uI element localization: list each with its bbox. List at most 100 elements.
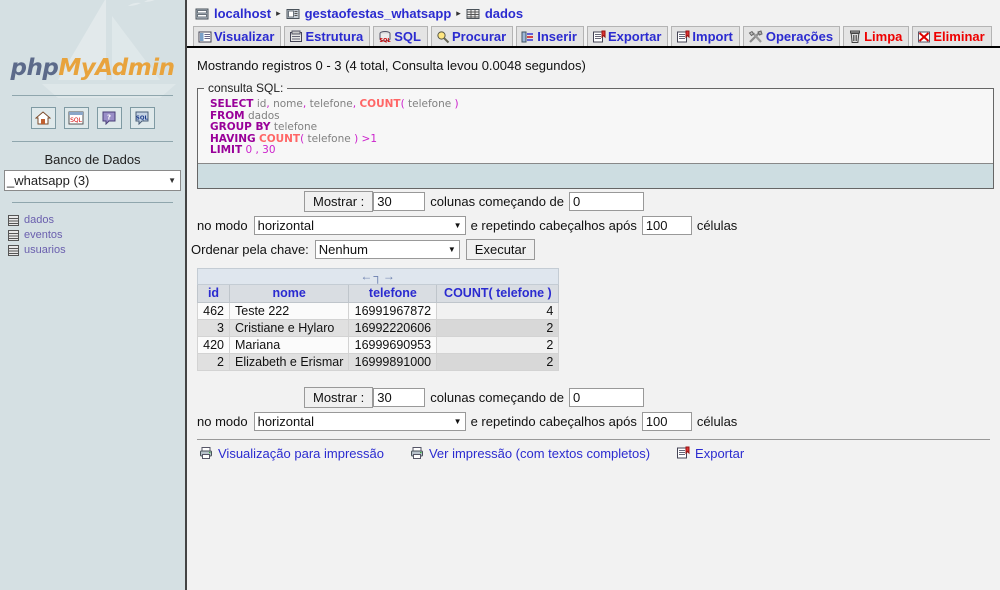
show-button-top[interactable]: Mostrar : — [304, 190, 374, 212]
mode-select-bottom[interactable]: horizontal ▼ — [253, 411, 466, 431]
breadcrumb-link-localhost[interactable]: localhost — [214, 6, 271, 21]
query-status-text: Mostrando registros 0 - 3 (4 total, Cons… — [197, 58, 586, 73]
table-row[interactable]: 462 Teste 222 16991967872 4 — [197, 301, 560, 320]
export-icon — [677, 446, 690, 459]
column-header-count[interactable]: COUNT( telefone ) — [436, 283, 560, 303]
mode-select-value: horizontal — [257, 217, 314, 233]
column-header-id[interactable]: id — [197, 283, 230, 303]
tab-label: Operações — [765, 29, 834, 44]
chevron-down-icon: ▼ — [453, 416, 462, 426]
table-list-item-label: eventos — [24, 229, 63, 241]
breadcrumb-link-table[interactable]: dados — [485, 6, 523, 21]
column-header-nome[interactable]: nome — [228, 283, 350, 303]
tab-exportar[interactable]: Exportar — [586, 26, 669, 46]
chevron-down-icon: ▼ — [447, 244, 456, 254]
sql-line: LIMIT 0 , 30 — [210, 144, 993, 157]
tab-procurar[interactable]: Procurar — [431, 26, 514, 46]
sql-line: FROM dados — [210, 109, 993, 123]
sql-query-actions-bar — [198, 162, 993, 188]
table-list-item-usuarios[interactable]: usuarios — [8, 243, 185, 258]
table-list-item-eventos[interactable]: eventos — [8, 228, 185, 243]
import-icon — [677, 30, 690, 42]
tab-visualizar[interactable]: Visualizar — [193, 26, 282, 46]
cell-nome: Teste 222 — [228, 301, 350, 320]
mode-select-top[interactable]: horizontal ▼ — [253, 215, 466, 235]
rows-input-top[interactable] — [373, 191, 426, 211]
insert-icon — [521, 31, 534, 42]
cell-count: 2 — [436, 335, 560, 354]
sql-token: > — [361, 132, 371, 145]
sql-line: HAVING COUNT( telefone ) >1 — [210, 132, 993, 146]
table-list-item-label: dados — [24, 214, 54, 226]
sql-line: SELECT id, nome, telefone, COUNT( telefo… — [210, 98, 993, 111]
tab-import[interactable]: Import — [671, 26, 740, 46]
show-button-bottom[interactable]: Mostrar : — [304, 386, 374, 408]
printer-icon — [200, 447, 212, 459]
cell-nome: Mariana — [228, 335, 350, 354]
tab-sql[interactable]: SQL SQL — [373, 26, 428, 46]
start-row-input-bottom[interactable] — [569, 387, 644, 407]
cells-label-top: células — [696, 217, 738, 233]
tab-eliminar[interactable]: Eliminar — [912, 26, 992, 46]
tab-inserir[interactable]: Inserir — [516, 26, 584, 46]
sql-icon: SQL — [380, 30, 392, 44]
home-icon[interactable] — [30, 107, 56, 129]
sql-query-icon[interactable]: SQL — [129, 107, 155, 129]
cell-id: 462 — [197, 301, 230, 320]
database-select[interactable]: _whatsapp (3) ▼ — [4, 170, 181, 191]
order-by-select[interactable]: Nenhum ▼ — [314, 239, 460, 259]
print-view-link[interactable]: Visualização para impressão — [199, 446, 384, 461]
table-list-item-label: usuarios — [24, 244, 66, 256]
sort-hint-cell[interactable]: ←┐→ — [196, 267, 560, 285]
results-header-row: id nome telefone COUNT( telefone ) — [197, 283, 560, 303]
table-icon — [8, 215, 19, 226]
print-view-full-link[interactable]: Ver impressão (com textos completos) — [410, 446, 650, 461]
sidebar-nav-icons: SQL ? SQL — [0, 102, 185, 135]
sort-hint-row: ←┐→ — [196, 267, 560, 285]
bottom-links: Visualização para impressão Ver impressã… — [187, 440, 1000, 461]
export-link-label: Exportar — [695, 445, 745, 461]
help-icon[interactable]: ? — [96, 107, 122, 129]
rows-input-bottom[interactable] — [373, 387, 426, 407]
breadcrumb-separator: ▸ — [456, 8, 461, 18]
tab-label: Inserir — [537, 29, 577, 44]
table-row[interactable]: 3 Cristiane e Hylaro 16992220606 2 — [197, 318, 560, 337]
sql-token: telefone — [307, 132, 351, 145]
tab-estrutura[interactable]: Estrutura — [284, 26, 371, 46]
sql-token: COUNT — [258, 132, 301, 145]
tab-operacoes[interactable]: Operações — [742, 26, 841, 46]
table-row[interactable]: 420 Mariana 16999690953 2 — [197, 335, 560, 354]
repeat-headers-input-top[interactable] — [641, 215, 692, 235]
export-link[interactable]: Exportar — [676, 446, 744, 461]
start-row-input-top[interactable] — [569, 191, 644, 211]
database-select-value: _whatsapp (3) — [7, 173, 90, 188]
cell-telefone: 16999891000 — [348, 352, 438, 371]
execute-button[interactable]: Executar — [465, 238, 536, 260]
table-row[interactable]: 2 Elizabeth e Erismar 16999891000 2 — [197, 352, 560, 371]
breadcrumb: localhost ▸ gestaofestas_whatsapp ▸ dado… — [187, 0, 1000, 26]
columns-label-top: colunas começando de — [430, 193, 564, 209]
drop-icon — [918, 31, 931, 42]
svg-text:SQL: SQL — [70, 117, 83, 124]
trash-icon — [850, 30, 861, 43]
column-header-telefone[interactable]: telefone — [348, 283, 438, 303]
chevron-down-icon: ▼ — [453, 220, 462, 230]
repeat-headers-input-bottom[interactable] — [641, 411, 692, 431]
breadcrumb-link-database[interactable]: gestaofestas_whatsapp — [305, 6, 452, 21]
divider — [12, 141, 173, 142]
sql-window-icon[interactable]: SQL — [63, 107, 89, 129]
search-icon — [437, 30, 450, 43]
cell-id: 3 — [197, 318, 230, 337]
sql-token: GROUP BY — [210, 121, 271, 133]
cell-nome: Elizabeth e Erismar — [228, 352, 350, 371]
printer-icon — [410, 447, 423, 459]
sql-token: HAVING — [210, 132, 256, 145]
sidebar: phpMyAdmin SQL ? SQL Banco de Dados _wha… — [0, 0, 185, 590]
display-options-top: Mostrar : colunas começando de no modo h… — [187, 189, 1000, 262]
tab-limpa[interactable]: Limpa — [843, 26, 910, 46]
cell-nome: Cristiane e Hylaro — [228, 318, 350, 337]
repeat-headers-label-bottom: e repetindo cabeçalhos após — [470, 413, 637, 429]
table-list-item-dados[interactable]: dados — [8, 213, 185, 228]
sql-token: dados — [247, 109, 280, 122]
table-icon — [466, 8, 480, 19]
